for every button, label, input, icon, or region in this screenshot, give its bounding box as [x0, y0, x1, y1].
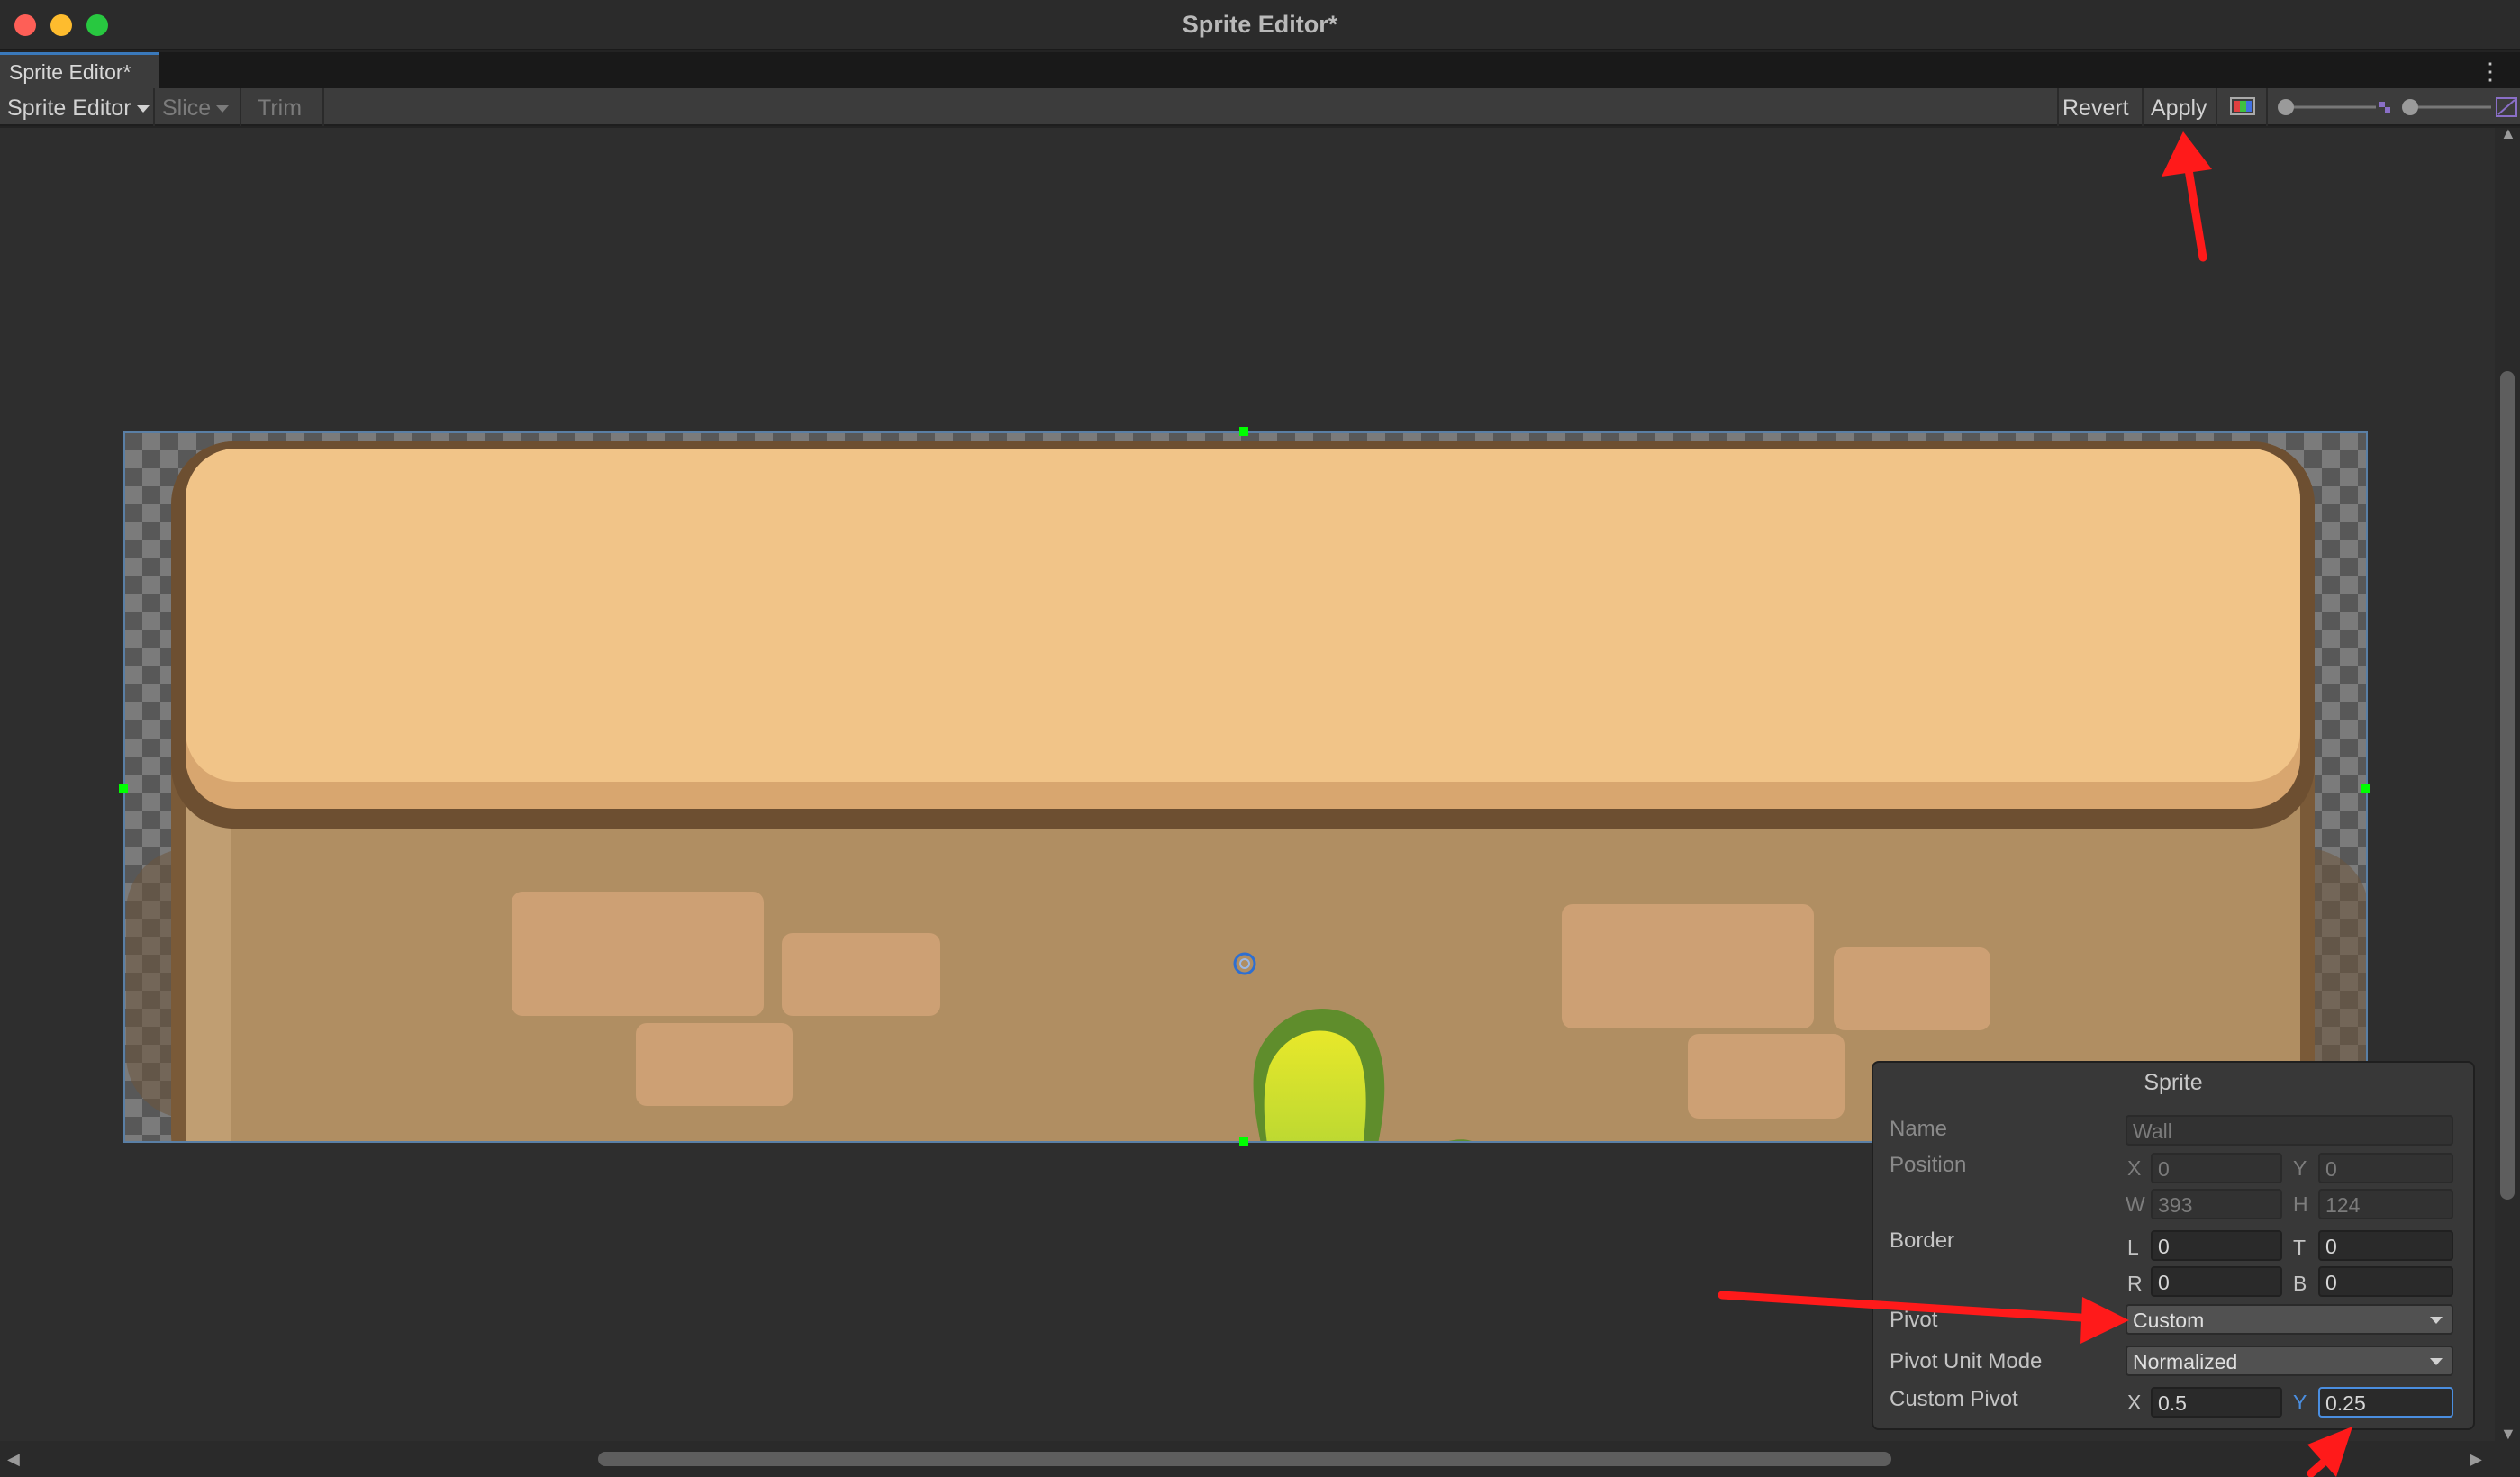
toolbar: Sprite Editor Slice Trim Revert Apply [0, 88, 2520, 126]
border-label: Border [1890, 1228, 1955, 1253]
border-l-field[interactable]: 0 [2151, 1230, 2282, 1261]
name-label: Name [1890, 1117, 1948, 1141]
more-options-icon[interactable]: ⋮ [2479, 58, 2502, 86]
position-label: Position [1890, 1153, 1967, 1177]
slice-dropdown-label: Slice [162, 95, 212, 121]
panel-title: Sprite [2144, 1070, 2203, 1095]
border-b-field[interactable]: 0 [2318, 1266, 2453, 1297]
chevron-down-icon [216, 105, 230, 113]
chevron-down-icon [2430, 1358, 2443, 1365]
custom-pivot-y-label: Y [2293, 1391, 2307, 1414]
scroll-left-icon[interactable]: ◀ [7, 1450, 20, 1469]
position-w-field[interactable]: 393 [2151, 1189, 2282, 1219]
position-x-field[interactable]: 0 [2151, 1153, 2282, 1183]
alpha-icon[interactable] [2495, 95, 2518, 119]
pivot-label: Pivot [1890, 1308, 1938, 1332]
pivot-unit-mode-value: Normalized [2133, 1350, 2238, 1373]
border-r-label: R [2127, 1272, 2143, 1295]
title-bar: Sprite Editor* [0, 0, 2520, 50]
mode-dropdown-label: Sprite Editor [7, 95, 131, 121]
custom-pivot-y-field[interactable]: 0.25 [2318, 1387, 2453, 1418]
vertical-scrollbar[interactable]: ▲ ▼ [2495, 124, 2520, 1452]
tab-sprite-editor[interactable]: Sprite Editor* [0, 52, 159, 88]
toolbar-divider [2216, 88, 2217, 126]
pivot-dropdown-value: Custom [2133, 1309, 2205, 1332]
position-w-label: W [2126, 1192, 2145, 1216]
border-t-label: T [2293, 1236, 2307, 1259]
position-y-field[interactable]: 0 [2318, 1153, 2453, 1183]
window-title: Sprite Editor* [1182, 11, 1338, 38]
apply-button[interactable]: Apply [2144, 90, 2215, 124]
mip-slider-icon[interactable] [2378, 95, 2495, 119]
border-b-label: B [2293, 1272, 2307, 1295]
position-h-field[interactable]: 124 [2318, 1189, 2453, 1219]
chevron-down-icon [2430, 1317, 2443, 1324]
custom-pivot-label: Custom Pivot [1890, 1387, 2018, 1411]
horizontal-scrollbar[interactable]: ◀ ▶ [0, 1441, 2520, 1477]
custom-pivot-x-field[interactable]: 0.5 [2151, 1387, 2282, 1418]
mode-dropdown[interactable]: Sprite Editor [0, 90, 157, 124]
slice-dropdown[interactable]: Slice [155, 90, 236, 124]
toolbar-divider [322, 88, 324, 126]
custom-pivot-x-label: X [2127, 1391, 2142, 1414]
position-x-label: X [2127, 1156, 2142, 1180]
name-field[interactable]: Wall [2126, 1115, 2453, 1146]
wall-top [186, 449, 2300, 782]
position-y-label: Y [2293, 1156, 2307, 1180]
position-h-label: H [2293, 1192, 2308, 1216]
scroll-up-icon[interactable]: ▲ [2500, 124, 2516, 143]
scroll-right-icon[interactable]: ▶ [2470, 1450, 2482, 1469]
zoom-slider-icon[interactable] [2275, 95, 2383, 119]
vertical-scroll-thumb[interactable] [2500, 371, 2515, 1200]
toolbar-divider [2266, 88, 2268, 126]
revert-button[interactable]: Revert [2055, 90, 2136, 124]
toolbar-divider [240, 88, 241, 126]
trim-button[interactable]: Trim [250, 90, 309, 124]
chevron-down-icon [136, 105, 150, 113]
sprite-properties-panel: Sprite Name Wall Position X 0 Y 0 W 393 … [1872, 1061, 2475, 1430]
color-channel-icon[interactable] [2230, 97, 2255, 115]
border-l-label: L [2127, 1236, 2139, 1259]
pivot-unit-mode-label: Pivot Unit Mode [1890, 1349, 2043, 1373]
tab-strip: Sprite Editor* ⋮ [0, 52, 2520, 88]
horizontal-scroll-thumb[interactable] [598, 1452, 1891, 1466]
border-r-field[interactable]: 0 [2151, 1266, 2282, 1297]
border-t-field[interactable]: 0 [2318, 1230, 2453, 1261]
pivot-dropdown[interactable]: Custom [2126, 1304, 2453, 1335]
pivot-unit-mode-dropdown[interactable]: Normalized [2126, 1346, 2453, 1376]
